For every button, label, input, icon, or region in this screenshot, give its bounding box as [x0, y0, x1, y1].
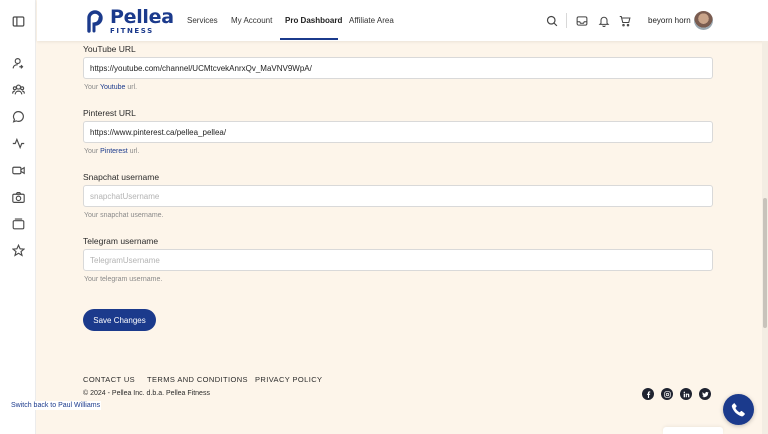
copyright-text: © 2024 - Pellea Inc. d.b.a. Pellea Fitne…: [83, 390, 210, 397]
footer-terms-link[interactable]: TERMS AND CONDITIONS: [147, 375, 248, 384]
telegram-username-help: Your telegram username.: [84, 276, 163, 283]
gallery-icon[interactable]: [11, 216, 25, 230]
switch-back-link[interactable]: Switch back to Paul Williams: [10, 401, 102, 410]
youtube-help-link[interactable]: Youtube: [100, 84, 125, 91]
pellea-logo[interactable]: Pellea FITNESS: [85, 5, 174, 35]
logo-subtitle: FITNESS: [110, 26, 154, 35]
footer-privacy-link[interactable]: PRIVACY POLICY: [255, 375, 322, 384]
nav-affiliate-area[interactable]: Affiliate Area: [349, 16, 394, 25]
users-icon[interactable]: [11, 82, 25, 96]
snapchat-username-input[interactable]: [83, 185, 713, 207]
nav-active-indicator: [280, 38, 338, 40]
pinterest-url-help: Your Pinterest url.: [84, 148, 140, 155]
chat-icon[interactable]: [11, 109, 25, 123]
video-icon[interactable]: [11, 163, 25, 177]
snapchat-username-help: Your snapchat username.: [84, 212, 164, 219]
user-switch-icon[interactable]: [11, 56, 25, 70]
bell-icon[interactable]: [598, 14, 610, 28]
nav-services[interactable]: Services: [187, 16, 218, 25]
inbox-icon[interactable]: [576, 14, 588, 26]
telegram-username-input[interactable]: [83, 249, 713, 271]
star-icon[interactable]: [11, 243, 25, 257]
pinterest-url-input[interactable]: [83, 121, 713, 143]
youtube-url-input[interactable]: [83, 57, 713, 79]
corner-card: [663, 427, 723, 434]
nav-my-account[interactable]: My Account: [231, 16, 272, 25]
facebook-icon[interactable]: [642, 388, 654, 400]
youtube-url-label: YouTube URL: [83, 44, 136, 54]
pinterest-help-link[interactable]: Pinterest: [100, 148, 128, 155]
youtube-url-help: Your Youtube url.: [84, 84, 138, 91]
snapchat-username-label: Snapchat username: [83, 172, 160, 182]
avatar[interactable]: [694, 11, 713, 30]
twitter-icon[interactable]: [699, 388, 711, 400]
pellea-logo-mark-icon: [87, 10, 103, 33]
scrollbar-thumb[interactable]: [763, 198, 767, 328]
linkedin-icon[interactable]: [680, 388, 692, 400]
phone-icon: [731, 403, 745, 417]
save-changes-button[interactable]: Save Changes: [83, 309, 156, 331]
search-icon[interactable]: [546, 14, 558, 27]
pinterest-url-label: Pinterest URL: [83, 108, 136, 118]
logo-name: Pellea: [110, 5, 174, 28]
nav-pro-dashboard[interactable]: Pro Dashboard: [285, 16, 342, 25]
sidebar-toggle-icon[interactable]: [11, 14, 25, 28]
left-sidebar: [0, 0, 36, 434]
cart-icon[interactable]: [619, 14, 631, 27]
footer-contact-us-link[interactable]: CONTACT US: [83, 375, 135, 384]
username[interactable]: beyorn horn: [648, 16, 691, 25]
activity-icon[interactable]: [11, 136, 25, 150]
header-divider: [566, 13, 567, 28]
camera-icon[interactable]: [11, 190, 25, 204]
call-button[interactable]: [723, 394, 754, 425]
instagram-icon[interactable]: [661, 388, 673, 400]
telegram-username-label: Telegram username: [83, 236, 159, 246]
